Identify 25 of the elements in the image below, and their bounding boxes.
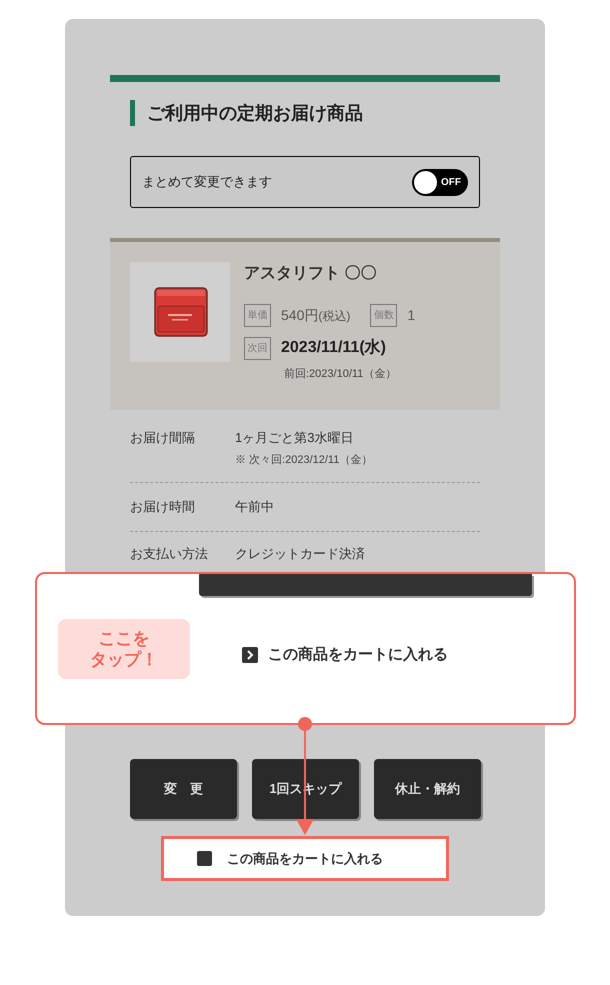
bulk-change-label: まとめて変更できます bbox=[142, 173, 272, 192]
action-button[interactable]: 休止・解約 bbox=[374, 759, 481, 819]
detail-value: クレジットカード決済 bbox=[235, 544, 365, 562]
detail-value: 午前中 bbox=[235, 498, 274, 516]
add-to-cart-checkbox[interactable]: この商品をカートに入れる bbox=[161, 836, 449, 881]
next-delivery-date: 2023/11/11(水) bbox=[281, 338, 386, 358]
action-button[interactable]: 変 更 bbox=[130, 759, 237, 819]
previous-delivery-date: 前回:2023/10/11（金） bbox=[284, 367, 398, 382]
price-text: 540円(税込) bbox=[281, 306, 350, 325]
detail-label: お支払い方法 bbox=[130, 544, 209, 562]
tap-here-text: ここを bbox=[98, 628, 150, 649]
chevron-right-icon bbox=[242, 647, 258, 664]
detail-note: ※ 次々回:2023/12/11（金） bbox=[235, 452, 372, 468]
tag-label: 次回 bbox=[244, 336, 271, 360]
section-heading: ご利用中の定期お届け商品 bbox=[130, 100, 363, 126]
tag-label: 単価 bbox=[244, 304, 271, 327]
detail-label: お届け時間 bbox=[130, 498, 196, 516]
product-name: アスタリフト 〇〇 bbox=[244, 264, 378, 284]
callout-add-to-cart-link[interactable]: この商品をカートに入れる bbox=[242, 644, 448, 666]
toggle-switch[interactable]: OFF bbox=[412, 168, 468, 196]
quantity-text: 1 bbox=[407, 306, 416, 325]
tag-label: 個数 bbox=[370, 304, 398, 327]
tap-here-text: タップ！ bbox=[90, 649, 158, 670]
detail-value: 1ヶ月ごと第3水曜日 bbox=[235, 429, 354, 447]
detail-label: お届け間隔 bbox=[130, 429, 196, 447]
